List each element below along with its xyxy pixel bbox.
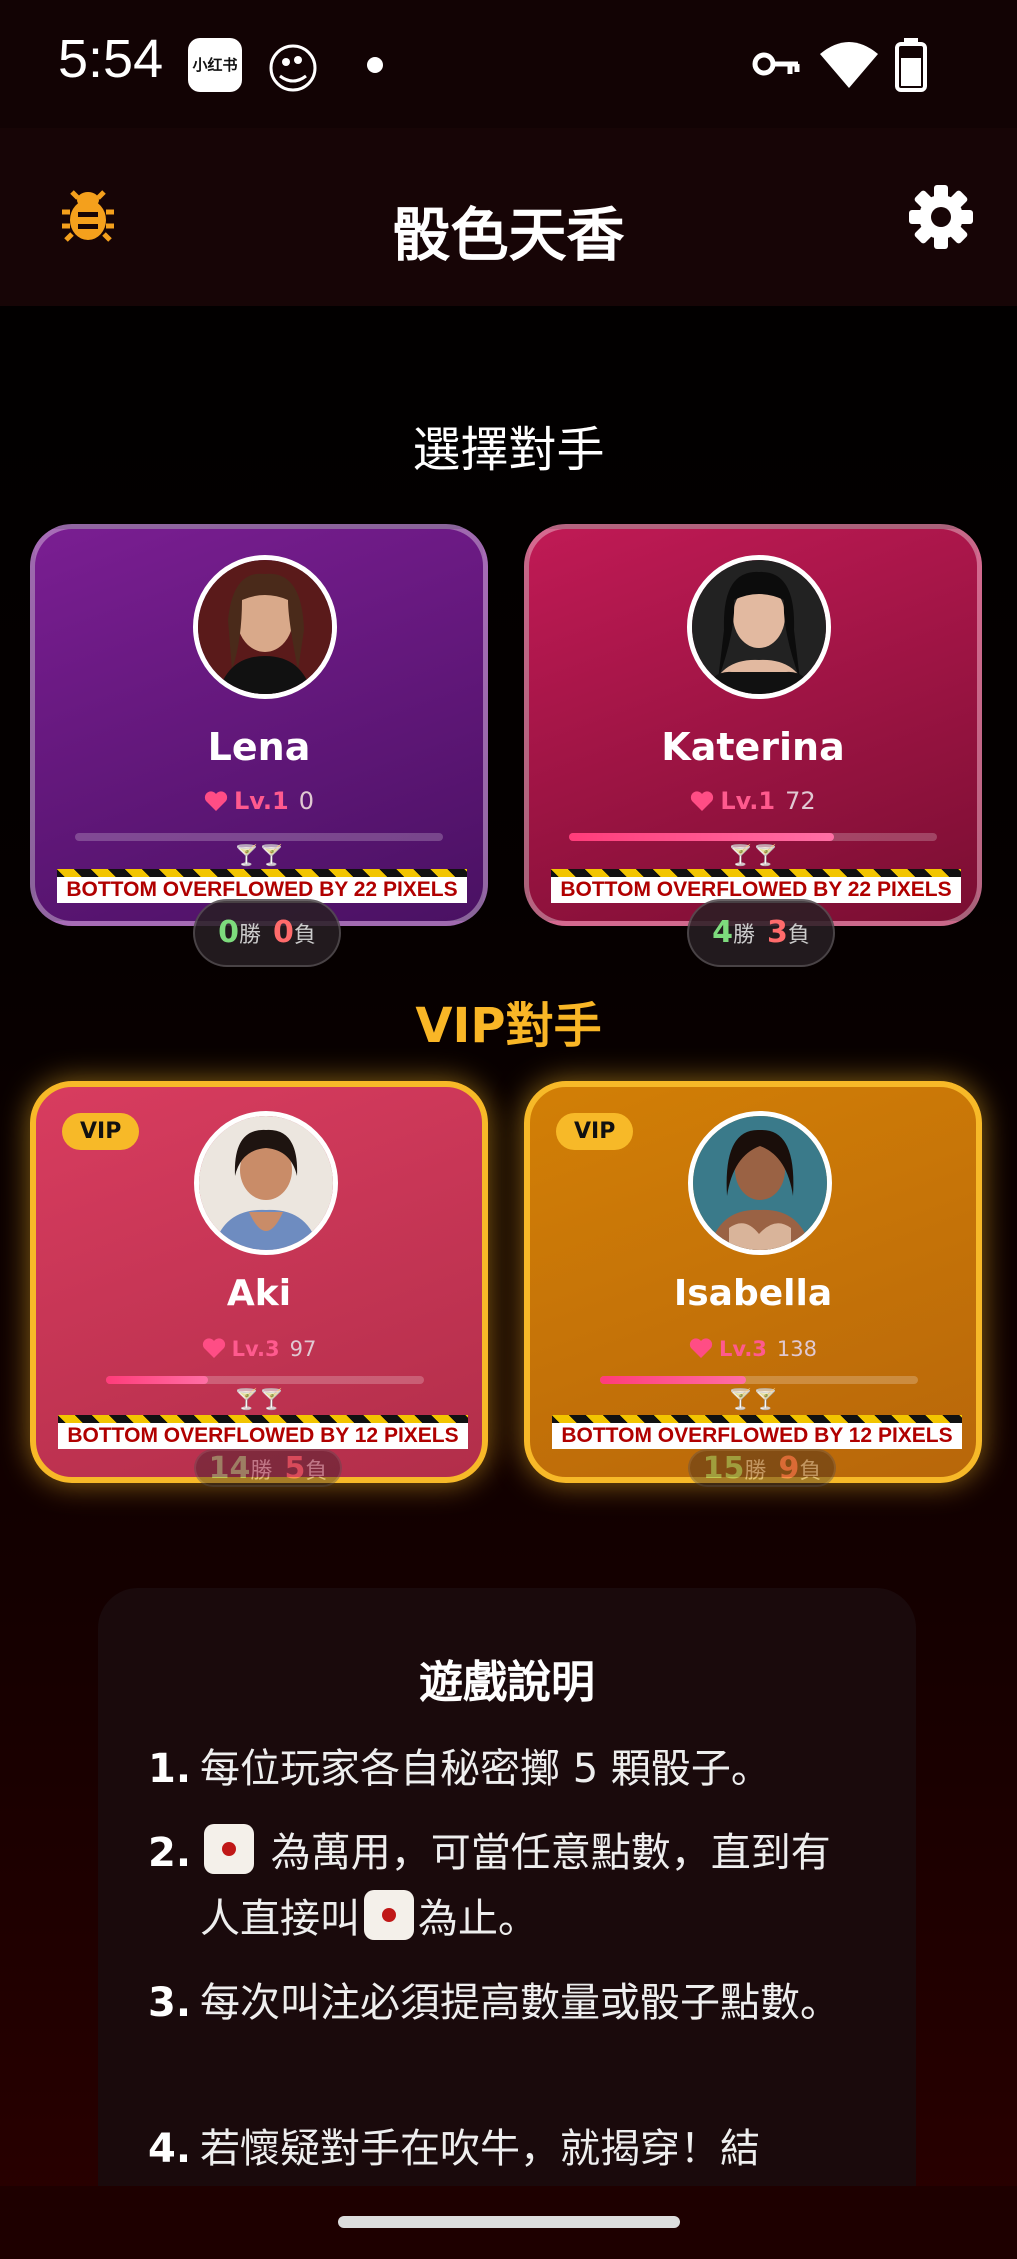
overflow-warning: BOTTOM OVERFLOWED BY 22 PIXELS [551, 869, 961, 903]
rules-title: 遊戲說明 [419, 1657, 595, 1708]
affection-value: 0 [298, 787, 315, 815]
opponent-name: Lena [207, 725, 311, 769]
wins-label: 勝 [732, 923, 755, 948]
opponent-name: Isabella [673, 1273, 833, 1314]
vip-opponent-card-isabella[interactable]: VIP Isabella Lv.3 138 🍸🍸 BOTTOM OVERFLOWE… [524, 1081, 982, 1487]
losses-count: 5 [284, 1451, 306, 1486]
wifi-icon [820, 42, 878, 88]
vip-badge: VIP [62, 1113, 140, 1150]
select-opponent-heading: 選擇對手 [412, 422, 605, 478]
cocktail-glasses-icon: 🍸🍸 [234, 1387, 284, 1411]
affection-progress-fill [600, 1376, 747, 1384]
notification-dot-icon [367, 57, 383, 73]
heart-icon [689, 1338, 713, 1358]
opponent-card-lena[interactable]: Lena Lv.1 0 🍸🍸 BOTTOM OVERFLOWED BY 22 PI… [30, 524, 488, 967]
status-bar: 5:54 小红书 [0, 0, 1017, 128]
losses-label: 負 [787, 923, 810, 948]
rule-text: 若懷疑對手在吹牛，就揭穿！結 [200, 2126, 760, 2172]
level-row: Lv.1 72 [529, 787, 977, 815]
xiaohongshu-notification-icon: 小红书 [188, 38, 242, 92]
affection-value: 97 [289, 1337, 317, 1361]
app-notification-icon [269, 44, 317, 92]
rule-text: 每位玩家各自秘密擲 5 顆骰子。 [200, 1746, 771, 1792]
rule-number: 1. [148, 1746, 192, 1792]
heart-icon [202, 1338, 225, 1358]
level-label: Lv.1 [233, 787, 289, 815]
win-loss-record: 4勝 3負 [687, 899, 835, 967]
win-loss-record: 0勝 0負 [193, 899, 341, 967]
rule-text: 為萬用，可當任意點數，直到有人直接叫 為止。 [200, 1820, 868, 1952]
level-label: Lv.1 [720, 787, 776, 815]
home-gesture-bar[interactable] [338, 2216, 680, 2228]
app-bar: 骰色天香 [0, 128, 1017, 306]
affection-progress-bar [569, 833, 937, 841]
losses-label: 負 [293, 923, 316, 948]
wins-count: 0 [218, 915, 239, 950]
affection-progress-bar [106, 1376, 424, 1384]
affection-value: 138 [776, 1337, 818, 1361]
opponent-card-katerina[interactable]: Katerina Lv.1 72 🍸🍸 BOTTOM OVERFLOWED BY … [524, 524, 982, 967]
cocktail-glasses-icon: 🍸🍸 [234, 843, 284, 867]
affection-progress-bar [600, 1376, 918, 1384]
wins-count: 15 [702, 1451, 745, 1486]
affection-value: 72 [785, 787, 816, 815]
rule-item: 3. 每次叫注必須提高數量或骰子點數。 [148, 1970, 868, 2036]
rule-number: 4. [148, 2126, 192, 2172]
level-row: Lv.3 138 [530, 1337, 976, 1361]
status-time: 5:54 [58, 29, 164, 89]
battery-icon [895, 38, 927, 92]
losses-count: 9 [778, 1451, 800, 1486]
wins-label: 勝 [238, 923, 261, 948]
rule-number: 3. [148, 1980, 192, 2026]
win-loss-record: 14勝 5負 [194, 1449, 342, 1487]
vpn-key-icon [752, 52, 800, 76]
avatar [194, 1111, 338, 1255]
avatar [193, 555, 337, 699]
overflow-warning: BOTTOM OVERFLOWED BY 22 PIXELS [57, 869, 467, 903]
vip-opponent-heading: VIP對手 [415, 998, 602, 1054]
heart-icon [204, 791, 228, 811]
rule-text: 每次叫注必須提高數量或骰子點數。 [200, 1980, 840, 2026]
losses-count: 3 [767, 915, 788, 950]
cocktail-glasses-icon: 🍸🍸 [728, 1387, 778, 1411]
opponent-name: Aki [226, 1273, 292, 1314]
rule-item: 1. 每位玩家各自秘密擲 5 顆骰子。 [148, 1736, 868, 1802]
heart-icon [691, 791, 714, 811]
rule-item: 2. 為萬用，可當任意點數，直到有人直接叫 為止。 [148, 1820, 868, 1952]
overflow-warning: BOTTOM OVERFLOWED BY 12 PIXELS [552, 1415, 962, 1449]
win-loss-record: 15勝 9負 [688, 1449, 836, 1487]
affection-progress-bar [75, 833, 443, 841]
losses-count: 0 [273, 915, 294, 950]
affection-progress-fill [106, 1376, 208, 1384]
vip-opponent-card-aki[interactable]: VIP Aki Lv.3 97 🍸🍸 BOTTOM OVERFLOWED BY 1… [30, 1081, 488, 1487]
level-label: Lv.3 [718, 1337, 767, 1361]
losses-label: 負 [305, 1459, 328, 1484]
overflow-warning: BOTTOM OVERFLOWED BY 12 PIXELS [58, 1415, 468, 1449]
level-label: Lv.3 [231, 1337, 280, 1361]
vip-badge: VIP [556, 1113, 634, 1150]
wins-count: 4 [712, 915, 733, 950]
rule-text-part: 為止。 [418, 1896, 538, 1942]
wins-label: 勝 [744, 1459, 767, 1484]
affection-progress-fill [569, 833, 834, 841]
wins-count: 14 [208, 1451, 251, 1486]
opponent-name: Katerina [661, 725, 845, 769]
dice-one-icon [204, 1824, 254, 1874]
avatar [687, 555, 831, 699]
app-title: 骰色天香 [392, 201, 625, 269]
settings-gear-icon[interactable] [908, 184, 974, 250]
level-row: Lv.1 0 [35, 787, 483, 815]
level-row: Lv.3 97 [36, 1337, 482, 1361]
losses-label: 負 [799, 1459, 822, 1484]
game-rules-panel[interactable]: 遊戲說明 1. 每位玩家各自秘密擲 5 顆骰子。 2. 為萬用，可當任意點數，直… [98, 1588, 916, 2188]
dice-one-icon [364, 1890, 414, 1940]
cocktail-glasses-icon: 🍸🍸 [728, 843, 778, 867]
wins-label: 勝 [250, 1459, 273, 1484]
rule-item: 4. 若懷疑對手在吹牛，就揭穿！結 [148, 2116, 868, 2182]
avatar [688, 1111, 832, 1255]
rule-number: 2. [148, 1830, 192, 1876]
